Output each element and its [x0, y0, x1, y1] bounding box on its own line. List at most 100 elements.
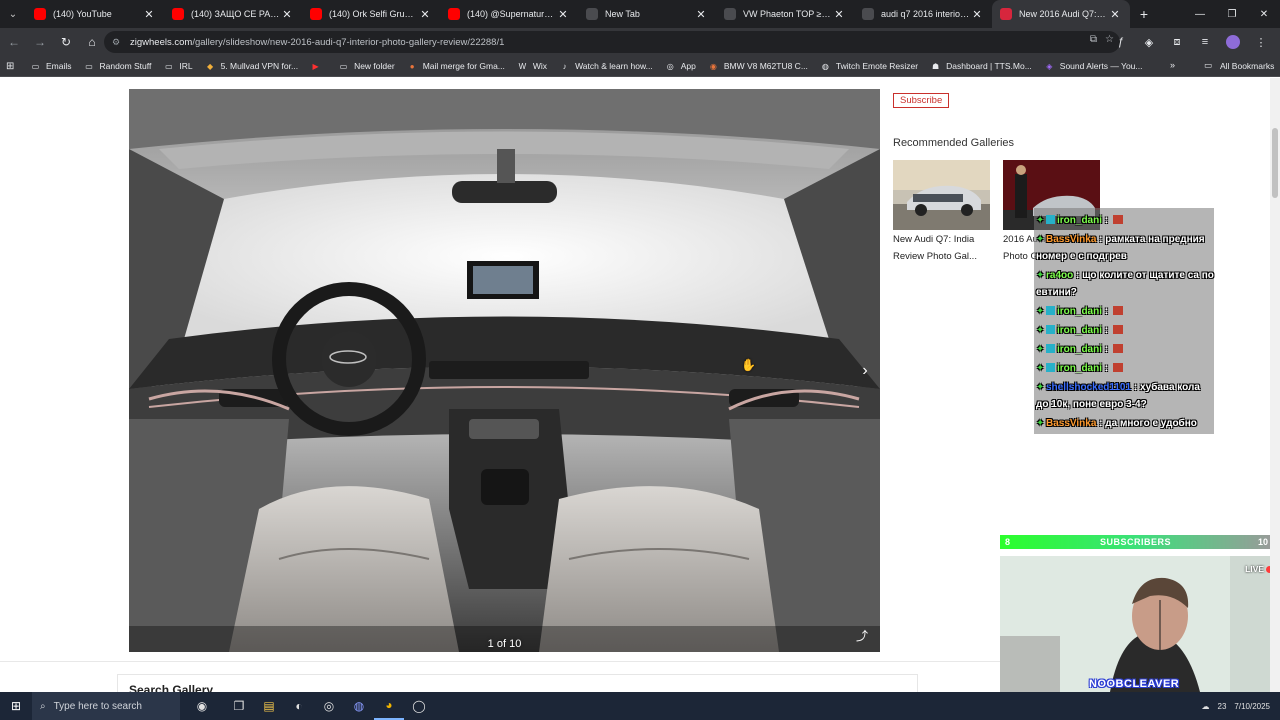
chat-message: ✦ iron_dani :: [1036, 360, 1214, 377]
file-explorer-icon[interactable]: ▤: [254, 692, 284, 720]
reload-icon[interactable]: ↻: [54, 30, 78, 54]
youtube-icon: [34, 8, 46, 20]
folder-icon: ▭: [165, 61, 173, 71]
extensions-puzzle-icon[interactable]: ⧈: [1166, 31, 1188, 53]
chat-message: ✦ BassVinka : да много е удобно: [1036, 415, 1214, 432]
bookmarks-list: ▭ Emails ▭ Random Stuff ▭ IRL ◆ 5. Mullvad VPN …: [30, 61, 1154, 72]
bookmark-item[interactable]: ◉ BMW V8 M62TU8 C...: [708, 61, 808, 72]
bookmark-item[interactable]: ● Mail merge for Gma...: [407, 61, 505, 72]
bookmark-item[interactable]: ♪ Watch & learn how...: [559, 61, 653, 72]
task-view-icon[interactable]: ❐: [224, 692, 254, 720]
taskbar-search-placeholder: Type here to search: [53, 700, 142, 712]
tab-close-icon[interactable]: ✕: [694, 8, 708, 21]
extension-icon[interactable]: ◈: [1138, 31, 1160, 53]
browser-tab[interactable]: (140) YouTube ✕: [26, 0, 164, 28]
weather-icon[interactable]: ☁: [1202, 702, 1210, 711]
youtube-icon: [448, 8, 460, 20]
install-app-icon[interactable]: ⧉: [1090, 34, 1097, 45]
more-bookmarks-icon[interactable]: »: [1170, 60, 1175, 70]
browser-tab[interactable]: (140) @Supernaturalee P✕: [440, 0, 578, 28]
apps-grid-icon[interactable]: ⊞: [6, 61, 20, 72]
minimize-icon[interactable]: —: [1184, 0, 1216, 28]
tab-title: (140) Ork Selfi Grup 2025: [329, 9, 418, 19]
folder-icon: ▭: [85, 61, 93, 71]
bookmark-item[interactable]: ▭ Random Stuff: [84, 61, 152, 72]
chat-emote-icon: [1112, 306, 1123, 315]
chat-text: да много е удобно: [1105, 418, 1197, 429]
close-window-icon[interactable]: ✕: [1248, 0, 1280, 28]
chrome-icon: [586, 8, 598, 20]
bookmark-item[interactable]: ▭ New folder: [338, 61, 395, 72]
discord-icon[interactable]: ◍: [344, 692, 374, 720]
scrollbar-thumb[interactable]: [1272, 128, 1278, 198]
chat-username: iron_dani: [1057, 325, 1103, 336]
streamer-webcam-image: [1000, 556, 1280, 692]
bookmark-item[interactable]: ▭ IRL: [163, 61, 193, 72]
recommended-gallery-card[interactable]: New Audi Q7: India Review Photo Gal...: [893, 160, 990, 265]
tab-close-icon[interactable]: ✕: [142, 8, 156, 21]
address-bar[interactable]: ⚙ zigwheels.com /gallery/slideshow/new-2…: [104, 31, 1120, 53]
reading-list-icon[interactable]: ≡: [1194, 31, 1216, 53]
share-icon[interactable]: ⤴: [856, 627, 868, 644]
chat-message: ✦ iron_dani :: [1036, 341, 1214, 358]
google-icon: [862, 8, 874, 20]
folder-icon: ▭: [1204, 60, 1213, 70]
chat-separator: :: [1131, 382, 1140, 393]
bookmark-item[interactable]: ◈ Sound Alerts — You...: [1044, 61, 1142, 72]
all-bookmarks-label: All Bookmarks: [1220, 60, 1275, 71]
bookmark-label: Emails: [46, 61, 72, 71]
obs-icon[interactable]: ◯: [404, 692, 434, 720]
subscribe-button[interactable]: Subscribe: [893, 93, 950, 108]
subscriber-badge-icon: [1046, 306, 1055, 315]
font-extension-icon[interactable]: ƒ: [1110, 31, 1132, 53]
home-icon[interactable]: ⌂: [80, 30, 104, 54]
app-icon[interactable]: ◐: [284, 692, 314, 720]
subscriber-badge-icon: [1046, 344, 1055, 353]
bookmark-item[interactable]: ☗ Dashboard | TTS.Mo...: [930, 61, 1032, 72]
windows-start-icon[interactable]: ⊞: [0, 692, 32, 720]
chrome-icon[interactable]: ◕: [374, 692, 404, 720]
bookmark-label: Random Stuff: [99, 61, 152, 71]
zigwheels-icon: [1000, 8, 1012, 20]
menu-icon[interactable]: ⋮: [1250, 31, 1272, 53]
bookmark-item[interactable]: ▶: [310, 61, 326, 72]
restore-icon[interactable]: ❐: [1216, 0, 1248, 28]
new-tab-button[interactable]: +: [1130, 6, 1158, 22]
site-info-icon[interactable]: ⚙: [112, 37, 124, 48]
tab-close-icon[interactable]: ✕: [1108, 8, 1122, 21]
tab-close-icon[interactable]: ✕: [418, 8, 432, 21]
tab-close-icon[interactable]: ✕: [280, 8, 294, 21]
soundalerts-icon: ◈: [1046, 61, 1053, 71]
chat-message: ✦ iron_dani :: [1036, 212, 1214, 229]
photo-counter: 1 of 10: [487, 638, 522, 650]
gallery-photo[interactable]: › 1 of 10 ⤴: [129, 89, 880, 652]
browser-tab[interactable]: (140) ЗАЩО СЕ РАЗДЕЛИ✕: [164, 0, 302, 28]
tab-search-icon[interactable]: ⌄: [0, 0, 26, 28]
all-bookmarks-button[interactable]: ▭ All Bookmarks: [1204, 60, 1274, 71]
browser-tab[interactable]: audi q7 2016 interior - G ✕: [854, 0, 992, 28]
tab-close-icon[interactable]: ✕: [832, 8, 846, 21]
gallery-caption-line1: New Audi Q7: India: [893, 234, 975, 245]
browser-tab[interactable]: (140) Ork Selfi Grup 2025✕: [302, 0, 440, 28]
bookmark-item[interactable]: ▭ Emails: [30, 61, 72, 72]
profile-avatar[interactable]: [1222, 31, 1244, 53]
steam-icon[interactable]: ◎: [314, 692, 344, 720]
browser-tab[interactable]: New 2016 Audi Q7: Inter ✕: [992, 0, 1130, 28]
page-scrollbar[interactable]: [1270, 78, 1280, 692]
bookmark-item[interactable]: ◎ App: [665, 61, 696, 72]
next-photo-chevron-icon[interactable]: ›: [854, 357, 876, 385]
chat-badge-icon: ✦: [1036, 234, 1045, 245]
taskbar-widget-icon[interactable]: ◉: [180, 692, 224, 720]
browser-tab[interactable]: VW Phaeton TOP ≥ 2014✕: [716, 0, 854, 28]
bookmark-item[interactable]: ◆ 5. Mullvad VPN for...: [205, 61, 298, 72]
back-icon[interactable]: ←: [2, 30, 26, 54]
bookmark-item[interactable]: ◍ Twitch Emote Resizer: [820, 61, 918, 72]
browser-tab[interactable]: New Tab ✕: [578, 0, 716, 28]
taskbar-search[interactable]: ⌕ Type here to search: [32, 692, 180, 720]
forward-icon[interactable]: →: [28, 30, 52, 54]
bookmark-item[interactable]: W Wix: [517, 61, 547, 72]
chat-separator: :: [1102, 325, 1111, 336]
youtube-icon: [172, 8, 184, 20]
tab-close-icon[interactable]: ✕: [556, 8, 570, 21]
tab-close-icon[interactable]: ✕: [970, 8, 984, 21]
